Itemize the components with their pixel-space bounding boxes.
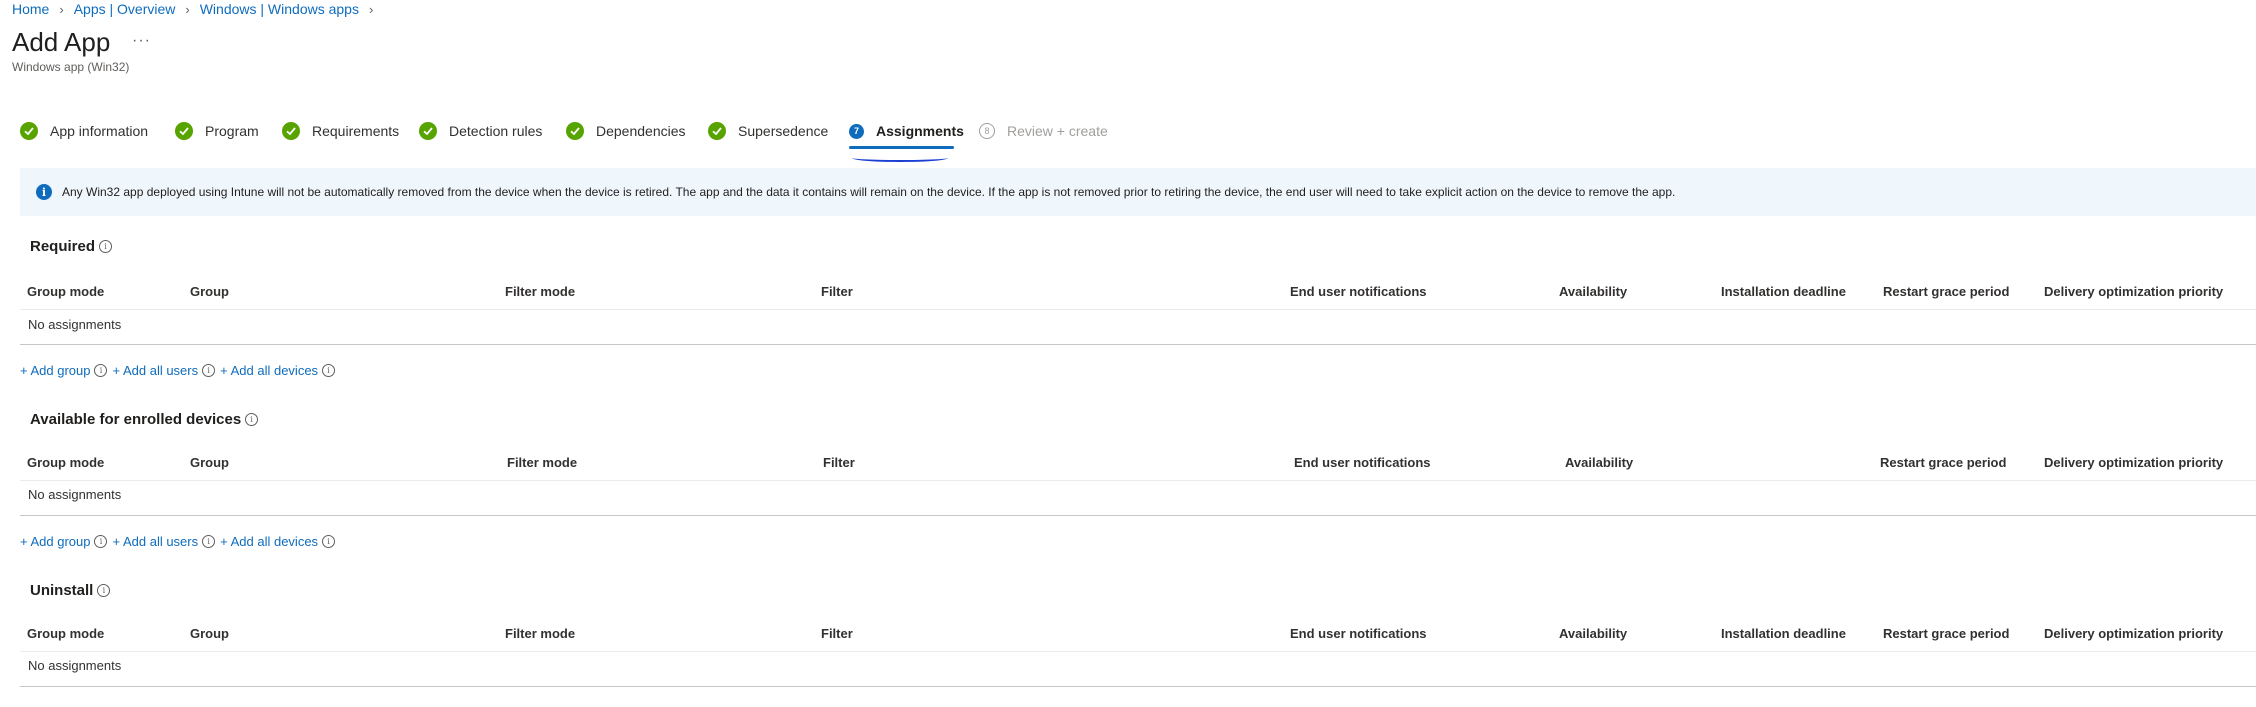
table-bottom-divider — [20, 344, 2256, 345]
add-all-users-link[interactable]: + Add all users — [112, 534, 198, 549]
info-icon[interactable]: i — [94, 364, 108, 377]
column-header-group[interactable]: Group — [190, 284, 229, 299]
column-header-restart-grace-period[interactable]: Restart grace period — [1883, 284, 2009, 299]
info-icon[interactable]: i — [202, 535, 216, 548]
checkmark-icon — [20, 122, 38, 140]
column-header-group-mode[interactable]: Group mode — [27, 455, 104, 470]
table-header-divider — [20, 309, 2256, 310]
tab-detection-rules[interactable]: Detection rules — [419, 120, 542, 142]
info-banner: i Any Win32 app deployed using Intune wi… — [20, 168, 2256, 216]
column-header-group-mode[interactable]: Group mode — [27, 284, 104, 299]
column-header-filter[interactable]: Filter — [821, 626, 853, 641]
empty-row-text: No assignments — [28, 317, 122, 332]
column-header-installation-deadline[interactable]: Installation deadline — [1721, 284, 1846, 299]
column-header-filter-mode[interactable]: Filter mode — [505, 284, 575, 299]
column-header-installation-deadline[interactable]: Installation deadline — [1721, 626, 1846, 641]
breadcrumb: Home › Apps | Overview › Windows | Windo… — [12, 1, 383, 17]
step-number-badge: 7 — [849, 123, 864, 139]
tab-app-information[interactable]: App information — [20, 120, 148, 142]
info-icon[interactable]: i — [202, 364, 216, 377]
column-header-filter[interactable]: Filter — [821, 284, 853, 299]
checkmark-icon — [175, 122, 193, 140]
add-all-users-link[interactable]: + Add all users — [112, 363, 198, 378]
tab-review-create[interactable]: 8 Review + create — [979, 120, 1108, 142]
page-subtitle: Windows app (Win32) — [12, 60, 130, 74]
section-title-required: Required i — [30, 238, 113, 255]
column-header-availability[interactable]: Availability — [1559, 284, 1627, 299]
add-group-link[interactable]: + Add group — [20, 363, 90, 378]
checkmark-icon — [419, 122, 437, 140]
info-icon[interactable]: i — [94, 535, 108, 548]
breadcrumb-apps-overview[interactable]: Apps | Overview — [74, 1, 176, 17]
column-header-availability[interactable]: Availability — [1559, 626, 1627, 641]
column-header-end-user-notifications[interactable]: End user notifications — [1294, 455, 1431, 470]
chevron-right-icon: › — [59, 1, 64, 17]
available-actions: + Add group i + Add all users i + Add all … — [20, 534, 340, 549]
page-title: Add App — [12, 27, 111, 57]
chevron-right-icon: › — [185, 1, 190, 17]
breadcrumb-windows-apps[interactable]: Windows | Windows apps — [200, 1, 359, 17]
column-header-filter-mode[interactable]: Filter mode — [505, 626, 575, 641]
column-header-group-mode[interactable]: Group mode — [27, 626, 104, 641]
column-header-group[interactable]: Group — [190, 455, 229, 470]
table-header-divider — [20, 480, 2256, 481]
tab-supersedence[interactable]: Supersedence — [708, 120, 828, 142]
required-actions: + Add group i + Add all users i + Add all … — [20, 363, 340, 378]
checkmark-icon — [282, 122, 300, 140]
info-icon[interactable]: i — [322, 535, 336, 548]
info-icon[interactable]: i — [245, 413, 259, 426]
chevron-right-icon: › — [368, 1, 374, 17]
column-header-end-user-notifications[interactable]: End user notifications — [1290, 626, 1427, 641]
empty-row-text: No assignments — [28, 658, 122, 673]
column-header-delivery-optimization-priority[interactable]: Delivery optimization priority — [2044, 455, 2223, 470]
column-header-delivery-optimization-priority[interactable]: Delivery optimization priority — [2044, 284, 2223, 299]
section-title-available: Available for enrolled devices i — [30, 411, 259, 428]
column-header-restart-grace-period[interactable]: Restart grace period — [1883, 626, 2009, 641]
info-icon[interactable]: i — [97, 584, 111, 597]
table-bottom-divider — [20, 515, 2256, 516]
column-header-filter-mode[interactable]: Filter mode — [507, 455, 577, 470]
column-header-filter[interactable]: Filter — [823, 455, 855, 470]
info-icon[interactable]: i — [99, 240, 113, 253]
more-options-button[interactable]: ··· — [132, 32, 151, 50]
step-number-badge: 8 — [979, 123, 995, 139]
empty-row-text: No assignments — [28, 487, 122, 502]
checkmark-icon — [708, 122, 726, 140]
add-group-link[interactable]: + Add group — [20, 534, 90, 549]
tab-program[interactable]: Program — [175, 120, 259, 142]
table-bottom-divider — [20, 686, 2256, 687]
table-header-divider — [20, 651, 2256, 652]
active-tab-indicator — [849, 146, 954, 149]
section-title-uninstall: Uninstall i — [30, 582, 111, 599]
add-all-devices-link[interactable]: + Add all devices — [220, 534, 318, 549]
tab-dependencies[interactable]: Dependencies — [566, 120, 686, 142]
breadcrumb-home[interactable]: Home — [12, 1, 49, 17]
column-header-restart-grace-period[interactable]: Restart grace period — [1880, 455, 2006, 470]
add-all-devices-link[interactable]: + Add all devices — [220, 363, 318, 378]
column-header-group[interactable]: Group — [190, 626, 229, 641]
annotation-underline — [852, 154, 948, 162]
checkmark-icon — [566, 122, 584, 140]
column-header-availability[interactable]: Availability — [1565, 455, 1633, 470]
column-header-end-user-notifications[interactable]: End user notifications — [1290, 284, 1427, 299]
info-icon: i — [36, 184, 52, 200]
column-header-delivery-optimization-priority[interactable]: Delivery optimization priority — [2044, 626, 2223, 641]
tab-assignments[interactable]: 7 Assignments — [849, 120, 964, 142]
info-banner-text: Any Win32 app deployed using Intune will… — [62, 185, 1676, 199]
info-icon[interactable]: i — [322, 364, 336, 377]
tab-requirements[interactable]: Requirements — [282, 120, 399, 142]
